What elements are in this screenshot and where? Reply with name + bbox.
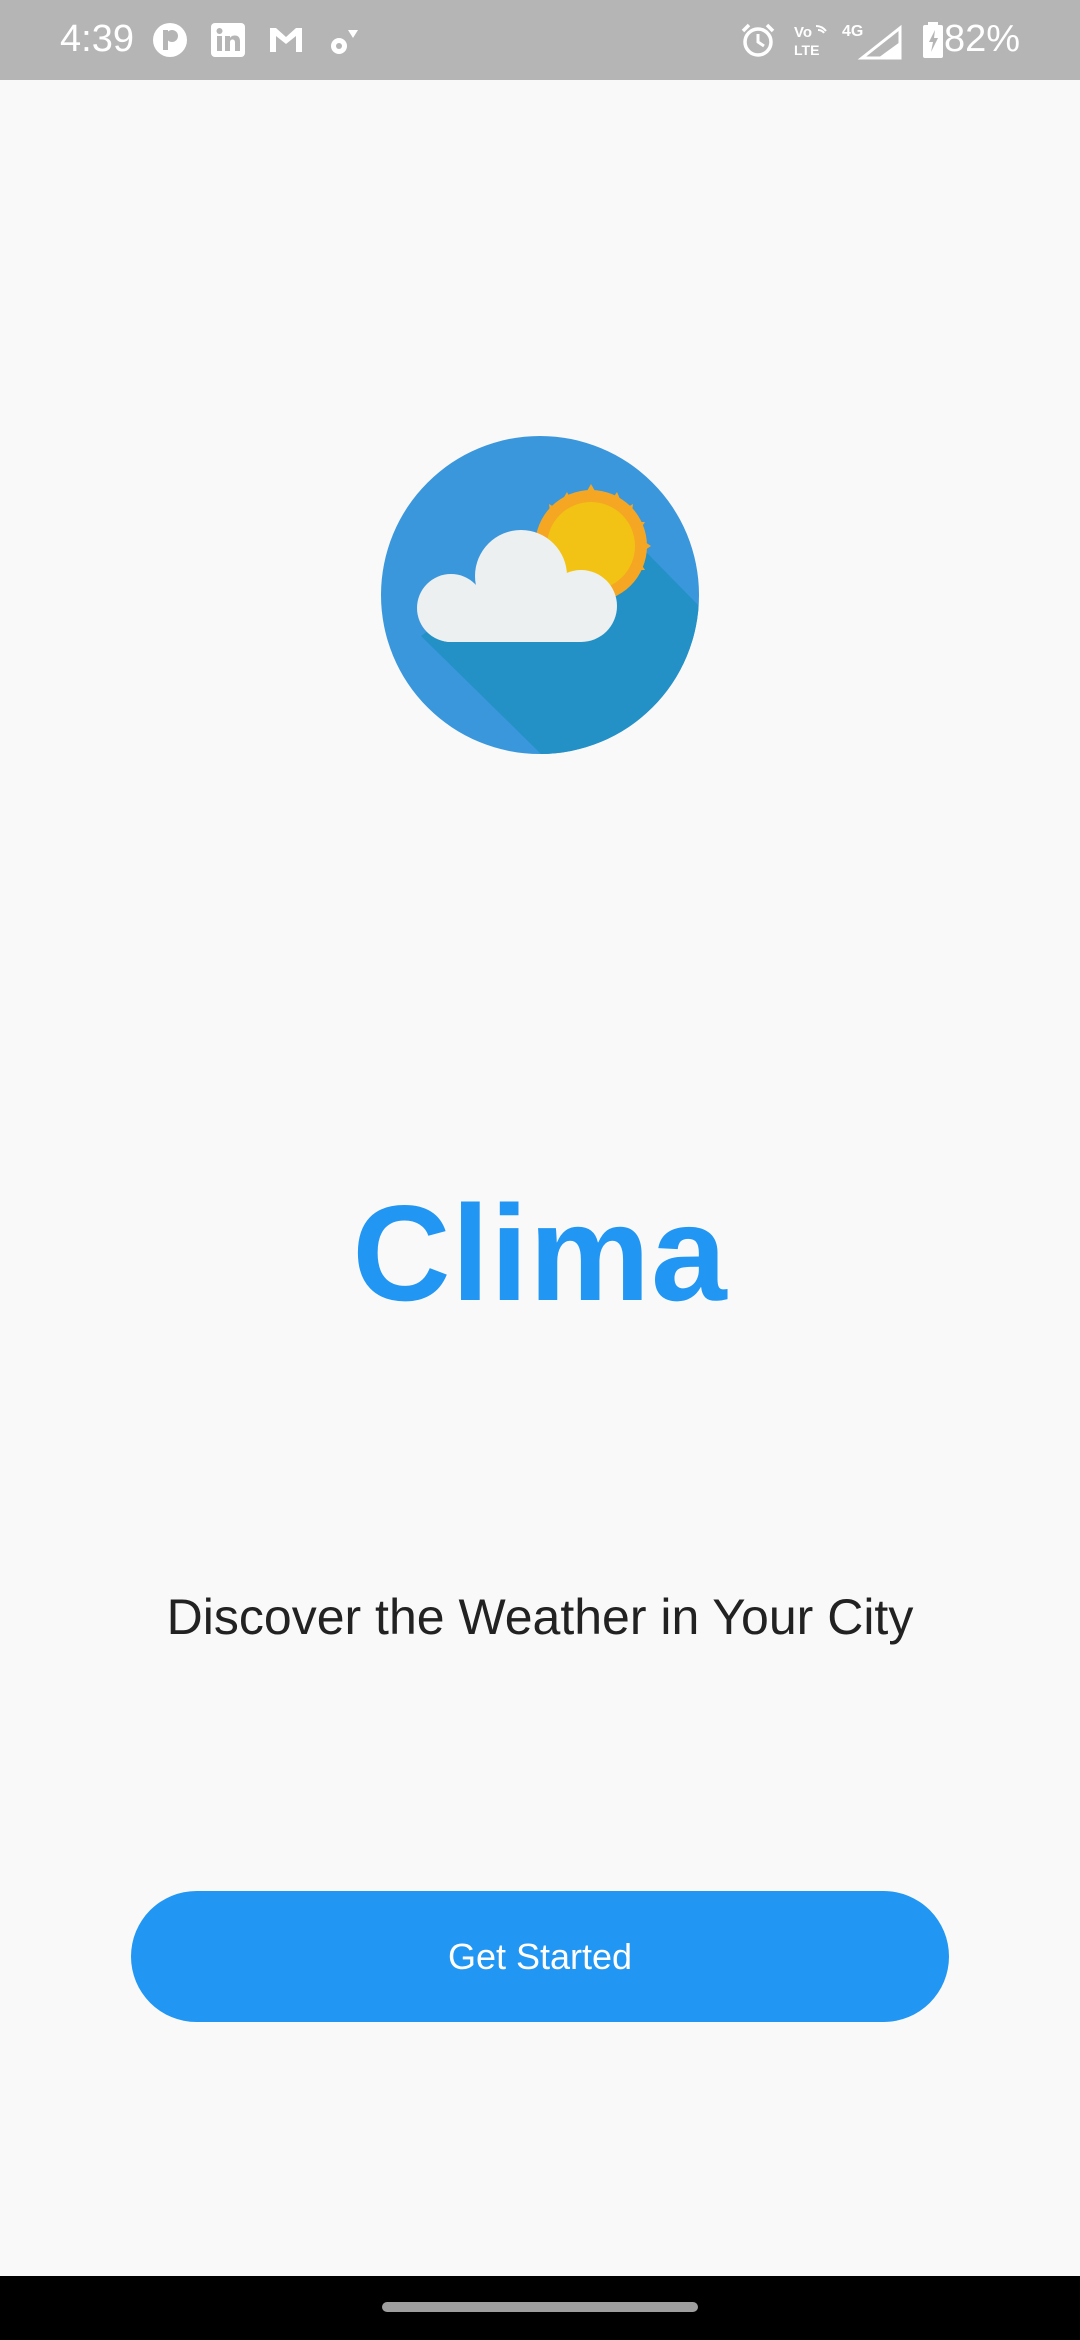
get-started-button[interactable]: Get Started — [131, 1891, 949, 2022]
battery-icon — [920, 20, 946, 60]
navigation-bar — [0, 2276, 1080, 2340]
home-indicator[interactable] — [382, 2302, 698, 2312]
gmail-icon — [266, 20, 306, 60]
svg-text:4G: 4G — [842, 23, 863, 40]
linkedin-icon — [208, 20, 248, 60]
status-bar: 4:39 Vo LTE 4G 82% — [0, 0, 1080, 80]
svg-text:Vo: Vo — [794, 24, 812, 41]
status-time: 4:39 — [60, 18, 134, 60]
notification-app-icon — [150, 20, 190, 60]
signal-4g-icon: 4G — [842, 20, 902, 60]
tagline: Discover the Weather in Your City — [166, 1589, 914, 1645]
app-title: Clima — [352, 1177, 728, 1329]
alarm-icon — [738, 20, 778, 60]
screen: 4:39 Vo LTE 4G 82% Clima Discover the We… — [0, 0, 1080, 2340]
weather-logo-icon — [381, 436, 699, 754]
battery-percentage: 82% — [943, 18, 1020, 60]
svg-text:LTE: LTE — [794, 42, 819, 58]
settings-sync-icon — [324, 20, 364, 60]
volte-icon: Vo LTE — [792, 20, 836, 60]
